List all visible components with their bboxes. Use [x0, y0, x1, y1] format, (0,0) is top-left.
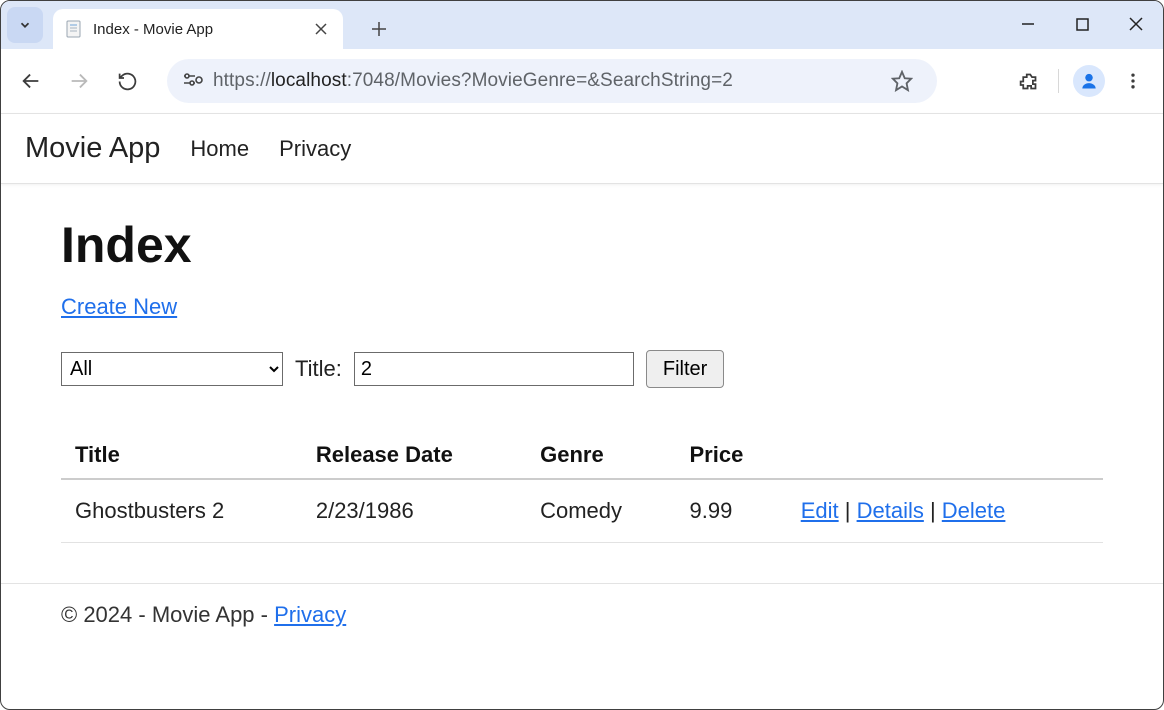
nav-back-button[interactable]	[11, 61, 51, 101]
url-scheme: https://	[213, 70, 271, 91]
browser-titlebar: Index - Movie App	[1, 1, 1163, 49]
nav-link-privacy[interactable]: Privacy	[279, 136, 351, 162]
app-navbar: Movie App Home Privacy	[1, 114, 1163, 184]
chevron-down-icon	[18, 18, 32, 32]
url-host: localhost	[271, 70, 347, 91]
genre-select[interactable]: All	[61, 352, 283, 386]
arrow-right-icon	[68, 70, 90, 92]
cell-price: 9.99	[676, 479, 787, 543]
bookmark-button[interactable]	[891, 70, 913, 92]
action-separator: |	[845, 498, 857, 523]
page-heading: Index	[61, 216, 1103, 274]
nav-link-home[interactable]: Home	[190, 136, 249, 162]
tab-title: Index - Movie App	[93, 21, 311, 38]
th-release-date: Release Date	[302, 432, 526, 479]
window-minimize-button[interactable]	[1001, 1, 1055, 47]
maximize-icon	[1076, 18, 1089, 31]
close-icon	[315, 23, 327, 35]
profile-button[interactable]	[1069, 61, 1109, 101]
tab-search-button[interactable]	[7, 7, 43, 43]
cell-release-date: 2/23/1986	[302, 479, 526, 543]
extensions-button[interactable]	[1008, 61, 1048, 101]
movies-table: Title Release Date Genre Price Ghostbust…	[61, 432, 1103, 543]
action-separator: |	[930, 498, 942, 523]
browser-toolbar: https://localhost:7048/Movies?MovieGenre…	[1, 49, 1163, 113]
table-row: Ghostbusters 2 2/23/1986 Comedy 9.99 Edi…	[61, 479, 1103, 543]
th-genre: Genre	[526, 432, 675, 479]
filter-button[interactable]: Filter	[646, 350, 724, 388]
browser-tab[interactable]: Index - Movie App	[53, 9, 343, 49]
nav-reload-button[interactable]	[107, 61, 147, 101]
brand-link[interactable]: Movie App	[25, 132, 160, 165]
delete-link[interactable]: Delete	[942, 498, 1006, 523]
address-bar[interactable]: https://localhost:7048/Movies?MovieGenre…	[167, 59, 937, 103]
url-path: :7048/Movies?MovieGenre=&SearchString=2	[347, 70, 733, 91]
site-settings-icon[interactable]	[181, 71, 203, 91]
footer-text: © 2024 - Movie App -	[61, 602, 274, 627]
dots-vertical-icon	[1123, 71, 1143, 91]
footer-privacy-link[interactable]: Privacy	[274, 602, 346, 627]
cell-title: Ghostbusters 2	[61, 479, 302, 543]
chrome-menu-button[interactable]	[1113, 61, 1153, 101]
details-link[interactable]: Details	[857, 498, 924, 523]
cell-actions: Edit | Details | Delete	[787, 479, 1103, 543]
th-title: Title	[61, 432, 302, 479]
reload-icon	[117, 71, 138, 92]
page-favicon-icon	[65, 20, 83, 38]
arrow-left-icon	[20, 70, 42, 92]
close-icon	[1129, 17, 1143, 31]
puzzle-icon	[1018, 71, 1039, 92]
window-close-button[interactable]	[1109, 1, 1163, 47]
tab-close-button[interactable]	[311, 19, 331, 39]
title-label: Title:	[295, 356, 342, 382]
url-text: https://localhost:7048/Movies?MovieGenre…	[213, 70, 733, 92]
page-content: Movie App Home Privacy Index Create New …	[1, 114, 1163, 646]
nav-forward-button[interactable]	[59, 61, 99, 101]
star-icon	[891, 70, 913, 92]
new-tab-button[interactable]	[363, 13, 395, 45]
user-icon	[1079, 71, 1099, 91]
th-actions	[787, 432, 1103, 479]
create-new-link[interactable]: Create New	[61, 294, 177, 319]
edit-link[interactable]: Edit	[801, 498, 839, 523]
minimize-icon	[1021, 17, 1035, 31]
plus-icon	[371, 21, 387, 37]
title-search-input[interactable]	[354, 352, 634, 386]
toolbar-divider	[1058, 69, 1059, 93]
cell-genre: Comedy	[526, 479, 675, 543]
th-price: Price	[676, 432, 787, 479]
filter-form: All Title: Filter	[61, 350, 1103, 388]
footer: © 2024 - Movie App - Privacy	[1, 584, 1163, 646]
window-maximize-button[interactable]	[1055, 1, 1109, 47]
